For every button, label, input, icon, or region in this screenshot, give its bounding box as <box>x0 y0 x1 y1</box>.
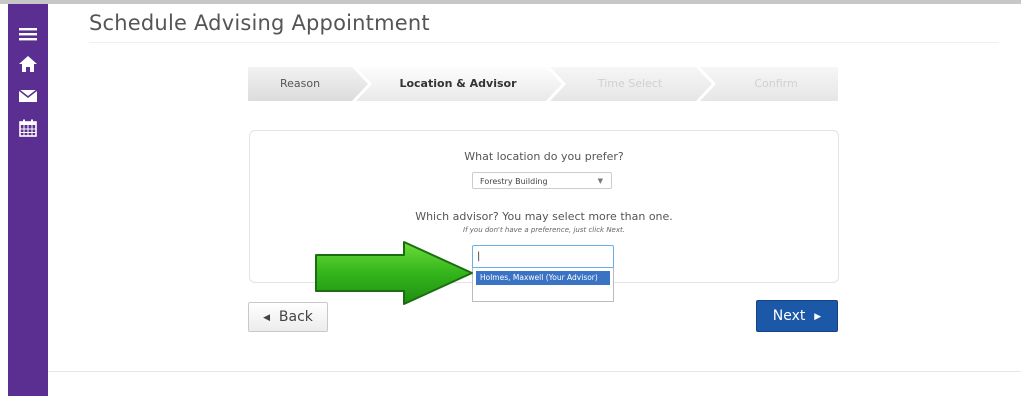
back-button[interactable]: ◀ Back <box>248 302 328 332</box>
home-icon[interactable] <box>18 54 38 74</box>
calendar-icon[interactable] <box>18 118 38 138</box>
caret-left-icon: ◀ <box>263 313 270 323</box>
step-time-select: Time Select <box>597 77 663 90</box>
progress-stepper: Reason Location & Advisor Time Select Co… <box>248 67 838 101</box>
title-divider <box>89 42 999 43</box>
advisor-dropdown: Holmes, Maxwell (Your Advisor) <box>472 268 614 302</box>
caret-right-icon: ▶ <box>814 312 822 322</box>
green-arrow-icon <box>315 241 473 305</box>
next-label: Next <box>772 308 806 324</box>
back-label: Back <box>278 309 313 325</box>
sidebar <box>8 4 48 396</box>
step-confirm: Confirm <box>754 77 798 90</box>
step-reason[interactable]: Reason <box>248 67 352 101</box>
footer-divider <box>48 371 1021 372</box>
next-button[interactable]: Next ▶ <box>756 300 838 332</box>
top-border <box>0 0 1021 4</box>
menu-icon[interactable] <box>18 24 38 44</box>
location-question: What location do you prefer? <box>464 150 624 163</box>
step-location-advisor: Location & Advisor <box>399 77 517 90</box>
page-title: Schedule Advising Appointment <box>89 11 430 35</box>
advisor-question: Which advisor? You may select more than … <box>415 210 673 223</box>
location-select-value: Forestry Building <box>480 177 548 186</box>
advisor-option[interactable]: Holmes, Maxwell (Your Advisor) <box>476 271 610 285</box>
location-select[interactable]: Forestry Building ▼ <box>472 172 612 189</box>
mail-icon[interactable] <box>18 85 38 105</box>
caret-down-icon: ▼ <box>597 177 603 185</box>
advisor-search-input[interactable]: | <box>472 245 614 268</box>
advisor-hint: If you don't have a preference, just cli… <box>463 226 625 234</box>
